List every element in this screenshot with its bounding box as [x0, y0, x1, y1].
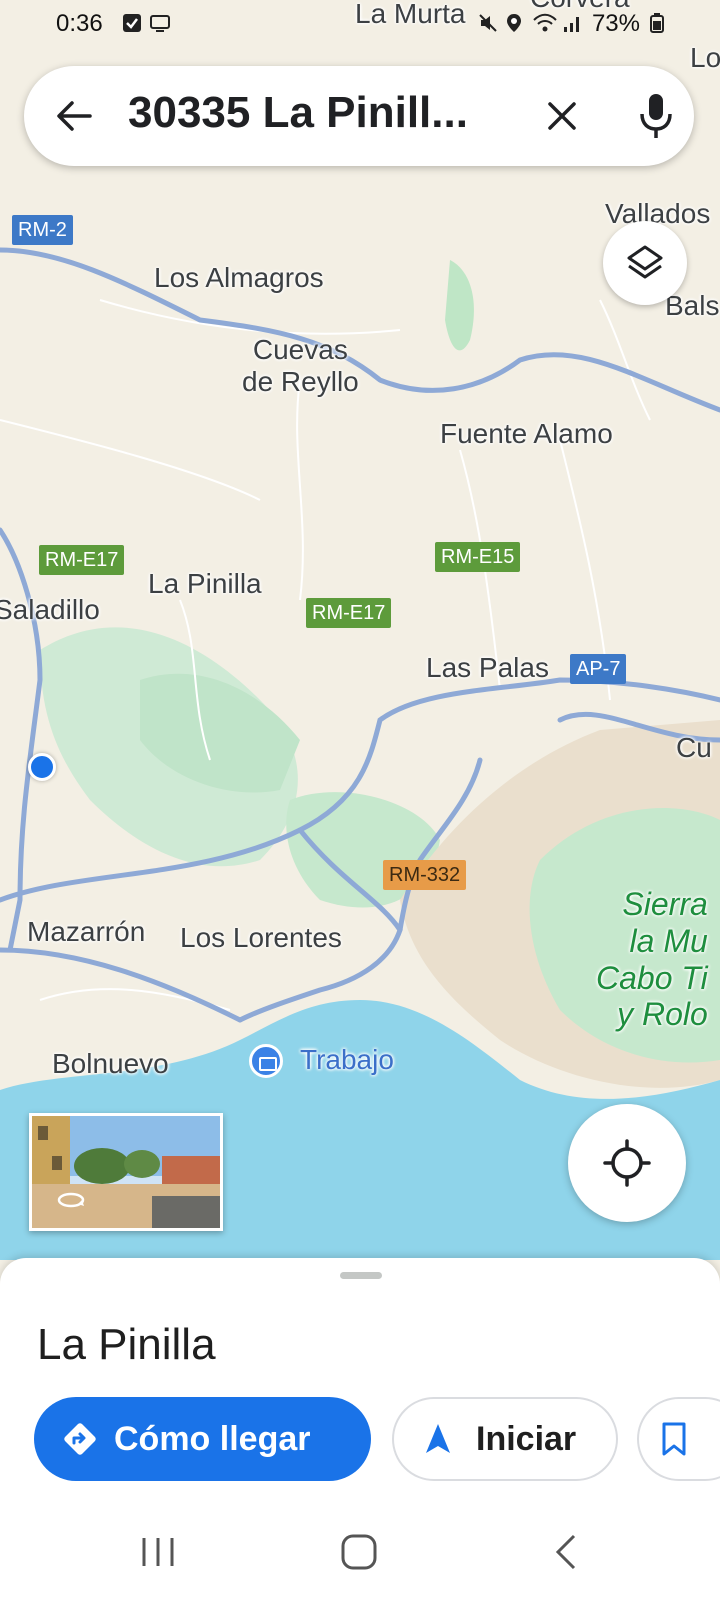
road-shield: RM-2 [12, 215, 73, 245]
search-query[interactable]: 30335 La Pinill... [128, 88, 508, 138]
system-nav-bar [0, 1500, 720, 1600]
street-view-thumbnail[interactable] [29, 1113, 223, 1231]
save-button[interactable] [637, 1397, 720, 1481]
bookmark-icon [662, 1422, 686, 1456]
battery-icon [650, 13, 664, 33]
street-view-image [32, 1116, 220, 1228]
recent-apps-icon[interactable] [138, 1532, 178, 1572]
home-icon[interactable] [339, 1532, 379, 1572]
layers-button[interactable] [603, 221, 687, 305]
check-notification-icon [123, 14, 141, 32]
search-bar[interactable]: 30335 La Pinill... [24, 66, 694, 166]
battery-level: 73% [591, 10, 640, 37]
current-location-dot [28, 753, 56, 781]
place-label[interactable]: Los Almagros [154, 262, 324, 294]
road-shield: RM-E15 [435, 542, 521, 572]
place-label[interactable]: La Pinilla [148, 568, 262, 600]
trabajo-marker[interactable] [249, 1044, 283, 1078]
directions-button[interactable]: Cómo llegar [34, 1397, 371, 1481]
wifi-icon [533, 13, 557, 32]
crosshair-icon [603, 1139, 651, 1187]
place-label[interactable]: Bals [665, 290, 719, 322]
mute-icon [479, 14, 497, 32]
screen-icon [150, 15, 170, 32]
place-label[interactable]: Bolnuevo [52, 1048, 169, 1080]
place-title: La Pinilla [37, 1320, 216, 1369]
place-label[interactable]: Trabajo [300, 1044, 394, 1076]
briefcase-icon [259, 1057, 277, 1071]
road-shield: RM-E17 [306, 598, 392, 628]
road-shield: AP-7 [570, 654, 627, 684]
start-button[interactable]: Iniciar [392, 1397, 618, 1481]
start-label: Iniciar [476, 1419, 577, 1458]
back-icon[interactable] [546, 1532, 586, 1572]
my-location-button[interactable] [568, 1104, 686, 1222]
close-icon[interactable] [542, 96, 582, 136]
directions-label: Cómo llegar [114, 1419, 311, 1458]
place-label[interactable]: Cu [676, 732, 712, 764]
place-label[interactable]: Mazarrón [27, 916, 145, 948]
status-bar: 0:36 73% [0, 0, 720, 50]
directions-icon [64, 1423, 96, 1455]
place-label[interactable]: Fuente Alamo [440, 418, 613, 450]
place-label[interactable]: Saladillo [0, 594, 100, 626]
place-label[interactable]: Sierra la Mu Cabo Ti y Rolo [596, 886, 708, 1033]
microphone-icon[interactable] [638, 92, 674, 140]
back-arrow-icon[interactable] [54, 96, 94, 136]
place-label[interactable]: Los Lorentes [180, 922, 342, 954]
navigation-arrow-icon [426, 1424, 450, 1453]
status-time: 0:36 [56, 10, 103, 37]
place-label[interactable]: Cuevas de Reyllo [242, 334, 359, 398]
place-label[interactable]: Las Palas [426, 652, 549, 684]
layers-icon [627, 245, 663, 279]
drag-handle[interactable] [340, 1272, 382, 1279]
signal-icon [564, 17, 579, 32]
road-shield: RM-E17 [39, 545, 125, 575]
location-icon [507, 14, 521, 32]
road-shield: RM-332 [383, 860, 467, 890]
360-rotate-icon [57, 1192, 85, 1208]
